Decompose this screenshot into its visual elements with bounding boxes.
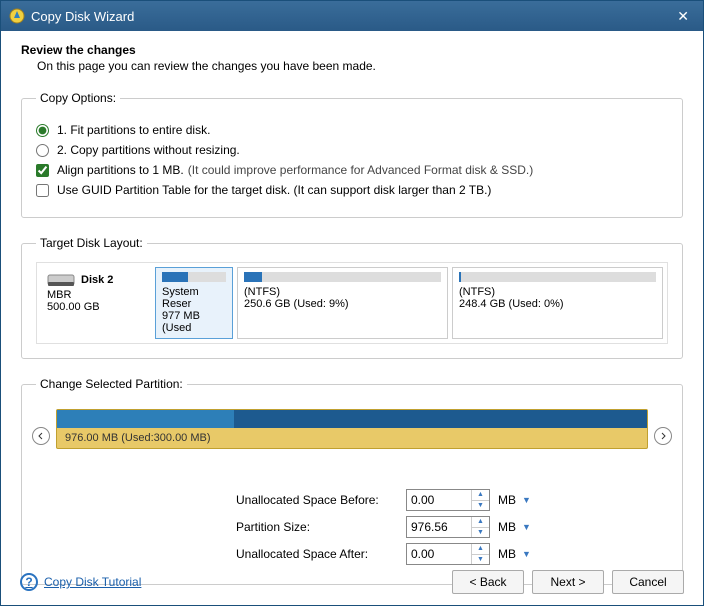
disk-icon (47, 271, 75, 289)
check-align-1mb[interactable] (36, 164, 49, 177)
disk-type: MBR (47, 289, 145, 301)
cancel-button[interactable]: Cancel (612, 570, 684, 594)
partition-slider[interactable]: 976.00 MB (Used:300.00 MB) (56, 409, 648, 449)
footer: ? Copy Disk Tutorial < Back Next > Cance… (0, 558, 704, 606)
before-label: Unallocated Space Before: (236, 493, 406, 507)
size-input[interactable] (407, 517, 471, 537)
page-subheading: On this page you can review the changes … (37, 59, 683, 73)
copy-options-group: Copy Options: 1. Fit partitions to entir… (21, 91, 683, 218)
copy-options-legend: Copy Options: (36, 91, 120, 105)
before-up-icon[interactable]: ▲ (472, 490, 489, 501)
chevron-right-icon (659, 432, 667, 440)
nav-left-button[interactable] (32, 427, 50, 445)
check-guid[interactable] (36, 184, 49, 197)
page-heading: Review the changes (21, 43, 683, 57)
radio-fit-label: 1. Fit partitions to entire disk. (57, 123, 210, 137)
change-partition-group: Change Selected Partition: 976.00 MB (Us… (21, 377, 683, 585)
back-button[interactable]: < Back (452, 570, 524, 594)
app-icon (9, 8, 25, 24)
target-layout-group: Target Disk Layout: Disk 2 MBR 500.00 GB (21, 236, 683, 359)
size-up-icon[interactable]: ▲ (472, 517, 489, 528)
size-unit: MB (498, 520, 516, 534)
size-spinner[interactable]: ▲▼ (406, 516, 490, 538)
size-label: Partition Size: (236, 520, 406, 534)
check-align-label: Align partitions to 1 MB. (57, 163, 184, 177)
radio-copy-label: 2. Copy partitions without resizing. (57, 143, 240, 157)
before-down-icon[interactable]: ▼ (472, 501, 489, 511)
disk-size: 500.00 GB (47, 301, 145, 313)
close-icon[interactable]: ✕ (671, 6, 695, 27)
slider-label: 976.00 MB (Used:300.00 MB) (65, 432, 211, 444)
help-icon: ? (20, 573, 38, 591)
partition-2-size: 250.6 GB (Used: 9%) (244, 298, 441, 310)
nav-right-button[interactable] (654, 427, 672, 445)
help-text: Copy Disk Tutorial (44, 575, 141, 589)
help-link[interactable]: ? Copy Disk Tutorial (20, 573, 141, 591)
size-unit-dropdown[interactable]: ▼ (522, 522, 531, 532)
next-button[interactable]: Next > (532, 570, 604, 594)
change-partition-legend: Change Selected Partition: (36, 377, 187, 391)
check-guid-label: Use GUID Partition Table for the target … (57, 183, 491, 197)
disk-name: Disk 2 (81, 274, 113, 286)
chevron-left-icon (37, 432, 45, 440)
check-align-extra: (It could improve performance for Advanc… (188, 163, 533, 177)
radio-copy-noresize[interactable] (36, 144, 49, 157)
partition-3[interactable]: (NTFS) 248.4 GB (Used: 0%) (452, 267, 663, 339)
partition-1-name: System Reser (162, 286, 226, 310)
partition-3-name: (NTFS) (459, 286, 656, 298)
target-layout-legend: Target Disk Layout: (36, 236, 147, 250)
before-spinner[interactable]: ▲▼ (406, 489, 490, 511)
before-unit-dropdown[interactable]: ▼ (522, 495, 531, 505)
partition-1-size: 977 MB (Used (162, 310, 226, 334)
partition-2-name: (NTFS) (244, 286, 441, 298)
before-input[interactable] (407, 490, 471, 510)
radio-fit-partitions[interactable] (36, 124, 49, 137)
size-down-icon[interactable]: ▼ (472, 528, 489, 538)
partition-3-size: 248.4 GB (Used: 0%) (459, 298, 656, 310)
disk-info: Disk 2 MBR 500.00 GB (41, 267, 151, 339)
title-bar: Copy Disk Wizard ✕ (1, 1, 703, 31)
partition-1[interactable]: System Reser 977 MB (Used (155, 267, 233, 339)
partition-2[interactable]: (NTFS) 250.6 GB (Used: 9%) (237, 267, 448, 339)
window-title: Copy Disk Wizard (31, 9, 671, 24)
after-up-icon[interactable]: ▲ (472, 544, 489, 555)
before-unit: MB (498, 493, 516, 507)
